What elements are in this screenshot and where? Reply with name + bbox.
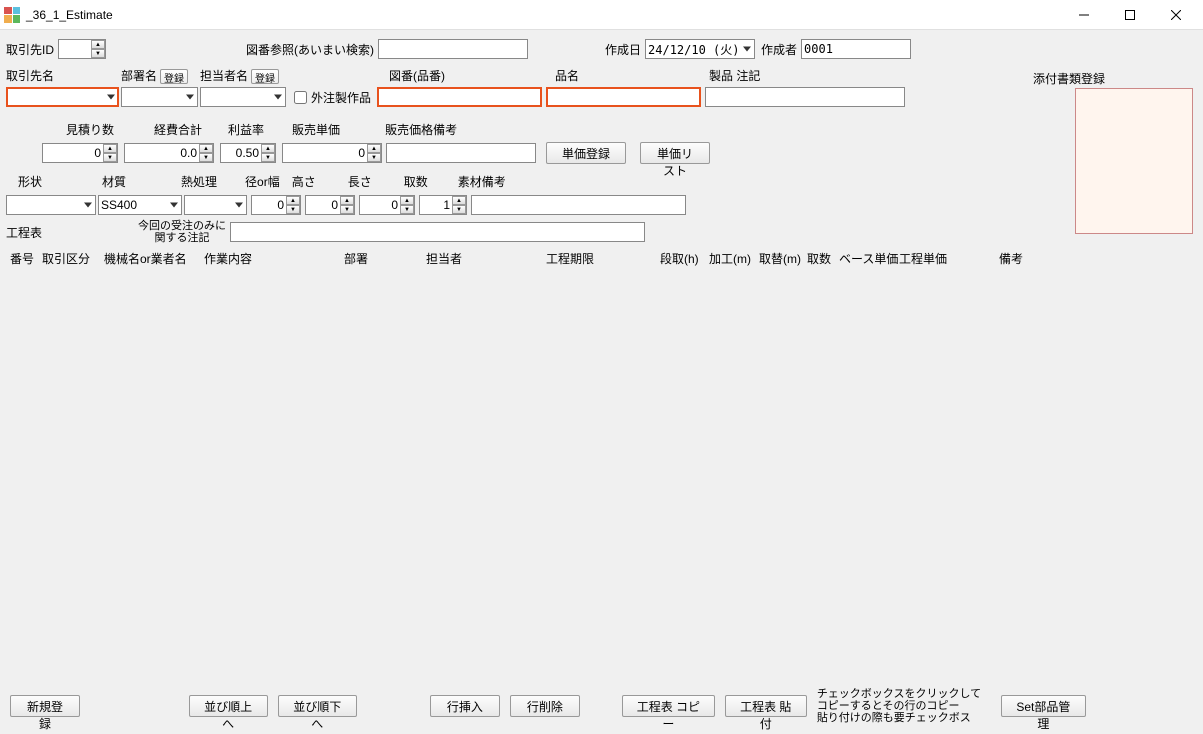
profit-input[interactable]: ▲▼ (220, 143, 276, 163)
creator-label: 作成者 (761, 41, 797, 58)
titlebar: _36_1_Estimate (0, 0, 1203, 30)
col-setup: 段取(h) (660, 250, 709, 267)
client-name-label: 取引先名 (6, 67, 61, 84)
bottom-toolbar: 新規登録 並び順上へ 並び順下へ 行挿入 行削除 工程表 コピー 工程表 貼付 … (0, 688, 1203, 724)
person-combo[interactable] (200, 87, 286, 107)
outsource-checkbox[interactable] (294, 91, 307, 104)
copy-hint: チェックボックスをクリックして コピーするとその行のコピー 貼り付けの際も要チェ… (817, 688, 981, 724)
close-button[interactable] (1153, 0, 1199, 30)
outsource-label: 外注製作品 (311, 89, 371, 106)
process-table-label: 工程表 (6, 224, 42, 241)
unit-register-button[interactable]: 単価登録 (546, 142, 626, 164)
expense-label: 経費合計 (154, 121, 202, 138)
col-change: 取替(m) (759, 250, 807, 267)
diam-input[interactable]: ▲▼ (251, 195, 301, 215)
row-delete-button[interactable]: 行削除 (510, 695, 580, 717)
length-label: 長さ (348, 173, 372, 190)
new-button[interactable]: 新規登録 (10, 695, 80, 717)
person-label: 担当者名 (200, 67, 248, 84)
unit-list-button[interactable]: 単価リスト (640, 142, 710, 164)
create-date-input[interactable] (645, 39, 755, 59)
drawing-search-input[interactable] (378, 39, 528, 59)
sell-note-input[interactable] (386, 143, 536, 163)
col-base: ベース単価 (839, 250, 899, 267)
client-id-label: 取引先ID (6, 41, 58, 58)
expense-input[interactable]: ▲▼ (124, 143, 214, 163)
drawing-no-label: 図番(品番) (389, 67, 445, 84)
order-down-button[interactable]: 並び順下へ (278, 695, 357, 717)
drawing-no-input[interactable] (377, 87, 542, 107)
attach-label: 添付書類登録 (1033, 70, 1105, 87)
cnt-label: 取数 (404, 173, 428, 190)
product-note-input[interactable] (705, 87, 905, 107)
col-deadline: 工程期限 (546, 250, 660, 267)
process-table-header: 番号 取引区分 機械名or業者名 作業内容 部署 担当者 工程期限 段取(h) … (6, 250, 1197, 267)
profit-label: 利益率 (228, 121, 264, 138)
minimize-button[interactable] (1061, 0, 1107, 30)
heat-combo[interactable] (184, 195, 247, 215)
sell-unit-label: 販売単価 (292, 121, 340, 138)
client-id-input[interactable]: ▲▼ (58, 39, 106, 59)
material-combo[interactable] (98, 195, 182, 215)
product-name-input[interactable] (546, 87, 701, 107)
heat-label: 熱処理 (181, 173, 217, 190)
order-note-label: 今回の受注のみに 関する注記 (138, 220, 226, 244)
sell-note-label: 販売価格備考 (385, 121, 457, 138)
col-proc-unit: 工程単価 (899, 250, 999, 267)
dept-label: 部署名 (121, 67, 157, 84)
material-label: 材質 (102, 173, 126, 190)
height-label: 高さ (292, 173, 316, 190)
diam-label: 径or幅 (245, 173, 280, 190)
col-note: 備考 (999, 250, 1039, 267)
dept-combo[interactable] (121, 87, 198, 107)
product-note-label: 製品 注記 (709, 67, 760, 84)
col-dept: 部署 (344, 250, 426, 267)
col-type: 取引区分 (42, 250, 104, 267)
shape-combo[interactable] (6, 195, 96, 215)
maximize-button[interactable] (1107, 0, 1153, 30)
set-parts-button[interactable]: Set部品管理 (1001, 695, 1085, 717)
height-input[interactable]: ▲▼ (305, 195, 355, 215)
row-insert-button[interactable]: 行挿入 (430, 695, 500, 717)
window-title: _36_1_Estimate (26, 8, 1061, 22)
qty-label: 見積り数 (66, 121, 114, 138)
person-register-button[interactable]: 登録 (251, 69, 279, 84)
creator-input[interactable] (801, 39, 911, 59)
col-work: 作業内容 (204, 250, 344, 267)
client-name-combo[interactable] (6, 87, 119, 107)
shape-label: 形状 (18, 173, 42, 190)
create-date-label: 作成日 (605, 41, 641, 58)
process-copy-button[interactable]: 工程表 コピー (622, 695, 715, 717)
order-note-input[interactable] (230, 222, 645, 242)
dept-register-button[interactable]: 登録 (160, 69, 188, 84)
col-process: 加工(m) (709, 250, 759, 267)
drawing-search-label: 図番参照(あいまい検索) (246, 41, 374, 58)
app-icon (4, 7, 20, 23)
col-cnt: 取数 (807, 250, 839, 267)
order-up-button[interactable]: 並び順上へ (189, 695, 268, 717)
cnt-input[interactable]: ▲▼ (419, 195, 467, 215)
col-person: 担当者 (426, 250, 546, 267)
length-input[interactable]: ▲▼ (359, 195, 415, 215)
col-no: 番号 (10, 250, 42, 267)
qty-input[interactable]: ▲▼ (42, 143, 118, 163)
attach-box[interactable] (1075, 88, 1193, 234)
product-name-label: 品名 (555, 67, 579, 84)
col-machine: 機械名or業者名 (104, 250, 204, 267)
mat-note-input[interactable] (471, 195, 686, 215)
sell-unit-input[interactable]: ▲▼ (282, 143, 382, 163)
mat-note-label: 素材備考 (458, 173, 506, 190)
process-paste-button[interactable]: 工程表 貼付 (725, 695, 807, 717)
